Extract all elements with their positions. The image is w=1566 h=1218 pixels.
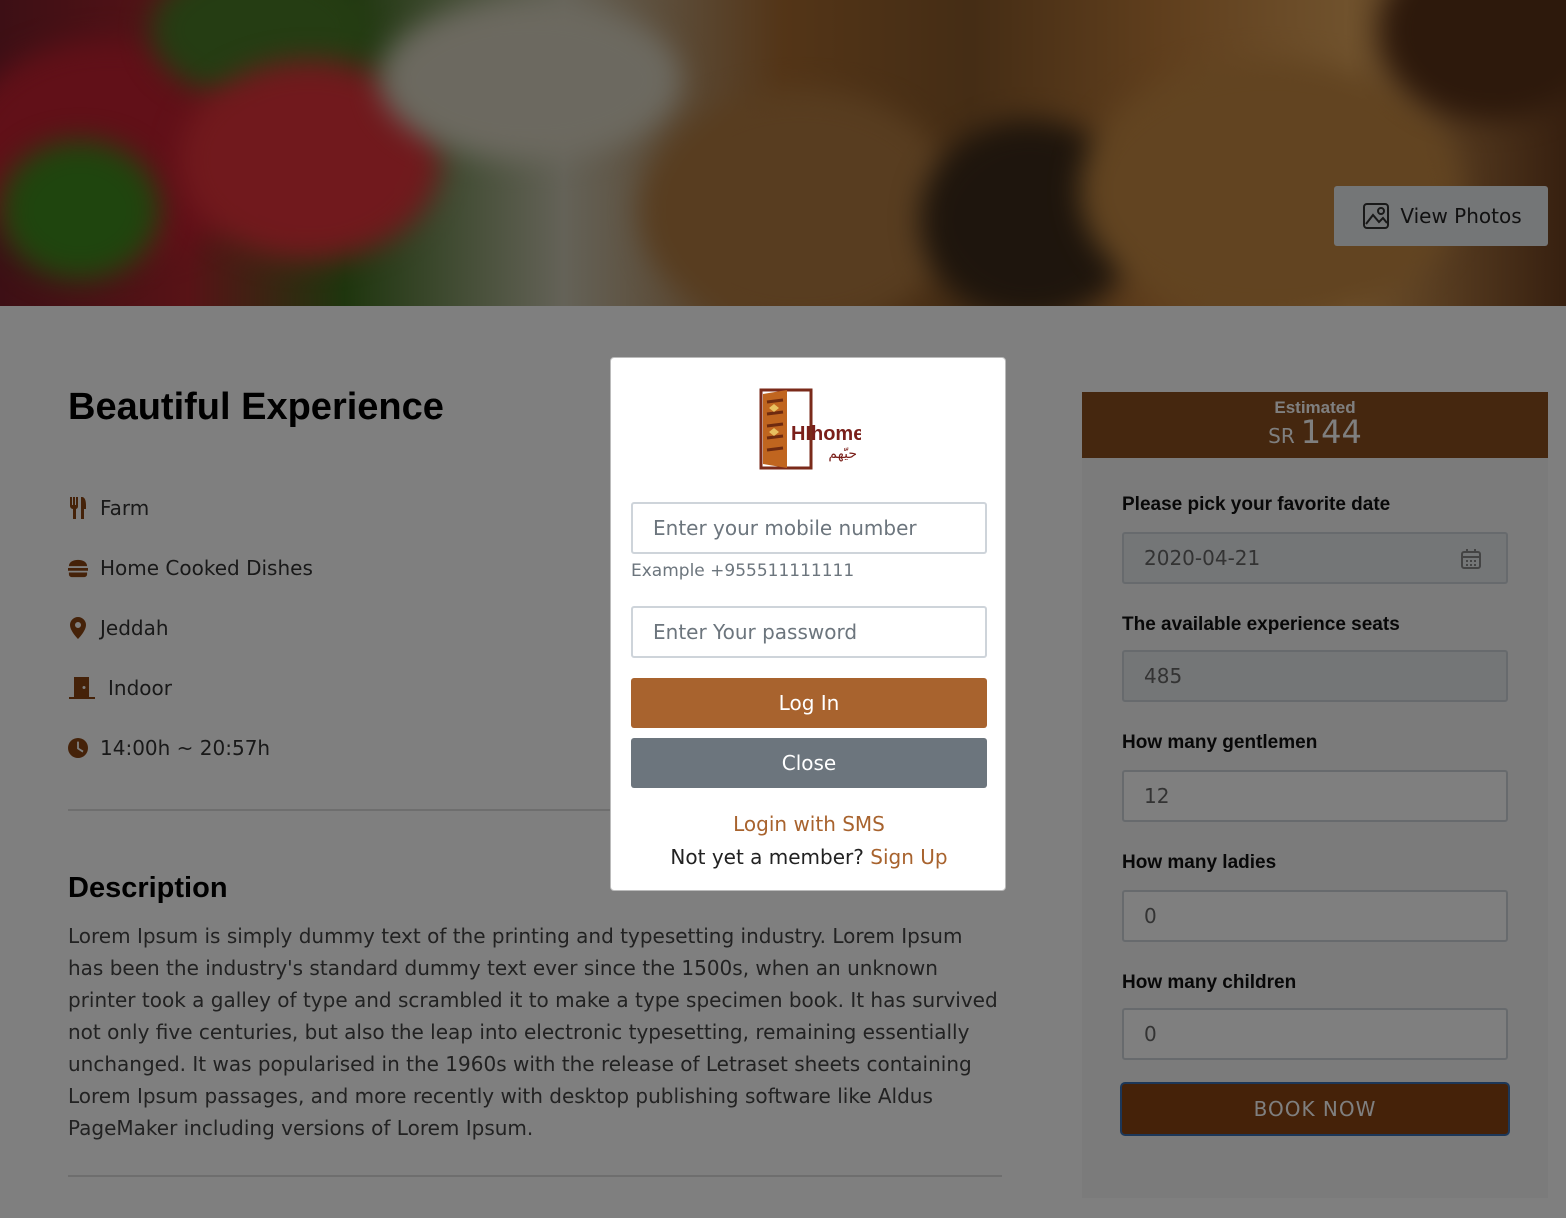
login-button[interactable]: Log In [631,678,987,728]
mobile-input[interactable]: Enter your mobile number [631,502,987,554]
password-placeholder: Enter Your password [653,620,858,644]
hihome-logo: HIhome حيّهم [759,388,861,470]
signup-link[interactable]: Sign Up [870,845,947,869]
login-with-sms-link[interactable]: Login with SMS [611,812,1007,836]
login-modal: HIhome حيّهم Enter your mobile number Ex… [610,357,1006,891]
mobile-help-text: Example +955511111111 [631,561,855,581]
mobile-placeholder: Enter your mobile number [653,516,917,540]
member-prompt-text: Not yet a member? [670,845,864,869]
close-button[interactable]: Close [631,738,987,788]
signup-prompt: Not yet a member? Sign Up [611,845,1007,869]
password-input[interactable]: Enter Your password [631,606,987,658]
logo-arabic: حيّهم [828,446,857,462]
logo-text: HIhome [791,423,861,445]
